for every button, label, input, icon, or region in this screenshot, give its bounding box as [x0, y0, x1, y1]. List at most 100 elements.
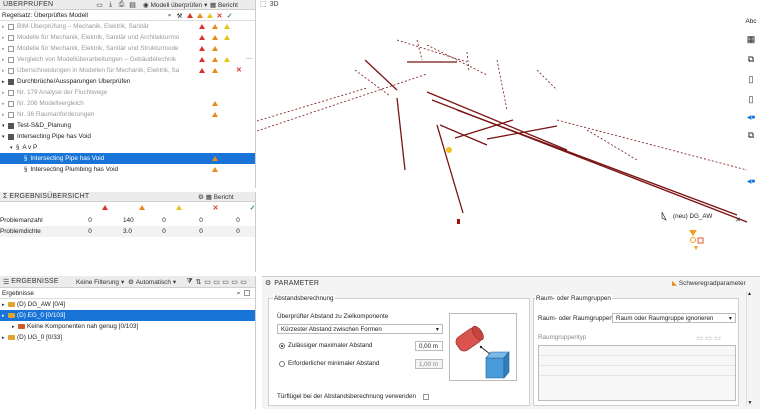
max-distance-input[interactable]: 0,00 m	[415, 341, 443, 351]
row-checkbox[interactable]	[8, 100, 14, 107]
result-row[interactable]: ▸ (D) DG_AW [0/4]	[0, 299, 255, 310]
door-row[interactable]: Türflügel bei der Abstandsberechnung ver…	[277, 393, 432, 400]
radio-max[interactable]	[279, 342, 285, 349]
row-checkbox[interactable]	[8, 133, 14, 140]
ruleset-row[interactable]: ▸ Durchbrüche/Aussparungen Überprüfen	[0, 76, 255, 87]
row-checkbox[interactable]	[8, 34, 14, 41]
auto-dropdown[interactable]: ⚙ Automatisch ▾	[128, 278, 176, 287]
model-3d-scene[interactable]: ✕	[257, 0, 760, 272]
row-checkbox[interactable]	[8, 56, 14, 63]
result-row-label: (D) DG_AW [0/4]	[17, 301, 66, 308]
ruleset-row[interactable]: ▾ § A v P	[0, 142, 255, 153]
room-select[interactable]: Raum oder Raumgruppe ignorieren ▾	[612, 313, 736, 323]
folder-add-icon[interactable]: ▭	[222, 278, 229, 286]
document-icon[interactable]: ▯	[749, 94, 754, 105]
folder-remove-icon[interactable]: ▭	[231, 278, 238, 286]
params-scrollbar[interactable]: ▲ ▼	[746, 291, 752, 406]
ruleset-row[interactable]: ▾ Test-S&D_Planung	[0, 120, 255, 131]
folder-list-icon[interactable]: ▭	[240, 278, 247, 286]
result-row[interactable]: ▸ Keine Komponenten nah genug [0/103]	[0, 321, 255, 332]
row-checkbox[interactable]	[8, 45, 14, 52]
ruleset-row[interactable]: ▸ Nr. 206 Modellvergleich	[0, 98, 255, 109]
params-panel-title: PARAMETER	[274, 279, 320, 287]
tag-icon-2[interactable]: ◀■	[747, 178, 755, 185]
room-type-label: Raumgruppentyp	[538, 334, 587, 341]
rejected-icon: ✕	[216, 12, 223, 20]
ruleset-row-label: Überschneidungen in Modellen für Mechani…	[17, 67, 179, 74]
grid-icon[interactable]: ▦	[747, 34, 756, 45]
filter-dropdown[interactable]: Keine Filterung ▾	[76, 278, 124, 287]
ruleset-row-label: Vergleich von Modellüberarbeitungen – Ge…	[17, 56, 177, 63]
room-edit-icon[interactable]: ▭	[705, 334, 712, 342]
folder-icon[interactable]: ▭	[204, 278, 211, 286]
result-row[interactable]: ▸ (D) EG_0 [0/103]	[0, 310, 255, 321]
copy-icon[interactable]: ⧉	[748, 130, 754, 141]
ruleset-row[interactable]: ▸ Vergleich von Modellüberarbeitungen – G…	[0, 54, 255, 65]
summary-report-button[interactable]: ⚙ ▦ Bericht	[198, 193, 234, 202]
pipe-segment	[456, 109, 738, 216]
ruleset-row-label: A v P	[22, 144, 38, 151]
summary-cell: 0	[236, 228, 240, 235]
download-icon[interactable]: ⤓	[107, 1, 114, 9]
row-checkbox[interactable]	[8, 23, 14, 30]
check-model-button[interactable]: ◉ Modell überprüfen ▾	[143, 1, 207, 10]
collapse-dash-icon[interactable]: —	[246, 55, 252, 62]
view-3d[interactable]: ⬚ 3D ✕ (neu) DG_AW Abc ▦ ⧉ ▯ ▯ ◀■ ⧉ ◀■	[257, 0, 760, 272]
summary-header-row: ✕ ✓	[0, 202, 255, 215]
row-checkbox[interactable]: §	[24, 156, 27, 162]
folder-icon[interactable]: ▭	[96, 1, 103, 9]
ruleset-row[interactable]: ▸ Modelle für Mechanik, Elektrik, Sanitär…	[0, 32, 255, 43]
radio-min-row[interactable]: Erforderlicher minimaler Abstand	[279, 360, 379, 367]
report-label: Bericht	[218, 1, 238, 9]
row-checkbox[interactable]	[8, 111, 14, 118]
summary-panel-header: Σ ERGEBNISÜBERSICHT ⚙ ▦ Bericht	[0, 192, 255, 202]
scroll-down-icon[interactable]: ▼	[747, 400, 753, 406]
chevron-down-icon[interactable]: ▾	[204, 1, 207, 9]
row-checkbox[interactable]	[8, 78, 14, 85]
result-row[interactable]: ▸ (D) UG_0 [0/33]	[0, 332, 255, 343]
radio-min[interactable]	[279, 360, 285, 367]
ruleset-row[interactable]: ▸ Überschneidungen in Modellen für Mechan…	[0, 65, 255, 76]
row-checkbox[interactable]	[8, 67, 14, 74]
print-icon[interactable]: ⎙	[118, 1, 125, 9]
row-checkbox[interactable]	[8, 122, 14, 129]
ruleset-row[interactable]: § Intersecting Plumbing has Void	[0, 164, 255, 175]
door-checkbox[interactable]	[422, 393, 429, 400]
row-checkbox[interactable]: §	[24, 167, 27, 173]
view-toolbar: Abc ▦ ⧉ ▯ ▯ ◀■ ⧉ ◀■	[744, 18, 758, 185]
export-icon[interactable]: ⧉	[748, 54, 754, 65]
pdf-icon[interactable]: ▯	[749, 74, 754, 85]
auto-label: Automatisch	[135, 278, 171, 286]
severity-critical-icon	[199, 57, 205, 64]
results-panel-title: ERGEBNISSE	[11, 278, 59, 285]
room-add-icon[interactable]: ▭	[696, 334, 703, 342]
severity-minor-icon	[224, 35, 230, 42]
ruleset-row[interactable]: ▸ Modelle für Mechanik, Elektrik, Sanitär…	[0, 43, 255, 54]
folder-open-icon[interactable]: ▭	[213, 278, 220, 286]
filter-icon[interactable]: ⧩	[186, 278, 193, 286]
view-3d-close-x: ✕	[735, 217, 741, 224]
tag-icon[interactable]: ◀■	[747, 114, 755, 121]
distance-group-title: Abstandsberechnung	[273, 295, 335, 302]
section-icon[interactable]: §	[16, 145, 19, 151]
gravity-params-button[interactable]: ◣ Schweregradparameter	[672, 279, 746, 288]
text-annotation-icon[interactable]: Abc	[745, 18, 756, 25]
scroll-up-icon[interactable]: ▲	[747, 291, 752, 297]
settings-icon: ⚙	[198, 194, 204, 201]
ruleset-row-label: BIM-Überprüfung – Mechanik, Elektrik, Sa…	[17, 23, 149, 30]
room-remove-icon[interactable]: ▭	[714, 334, 721, 342]
ruleset-row[interactable]: ▾ Intersecting Pipe has Void	[0, 131, 255, 142]
clipboard-icon[interactable]: ▤	[129, 1, 136, 9]
row-checkbox[interactable]	[8, 89, 14, 96]
min-distance-input[interactable]: 1,00 m	[415, 359, 443, 369]
ruleset-row-label: Nr. 36 Raumanforderungen	[17, 111, 95, 118]
ruleset-row[interactable]: ▸ Nr. 36 Raumanforderungen	[0, 109, 255, 120]
distance-method-select[interactable]: Kürzester Abstand zwischen Formen ▾	[277, 324, 443, 334]
ruleset-row[interactable]: ▸ Nr. 179 Analyse der Fluchtwege	[0, 87, 255, 98]
radio-max-row[interactable]: Zulässiger maximaler Abstand	[279, 342, 372, 349]
sort-icon[interactable]: ⇅	[195, 278, 202, 286]
room-type-list[interactable]	[538, 345, 736, 401]
ruleset-row[interactable]: ▸ BIM-Überprüfung – Mechanik, Elektrik, S…	[0, 21, 255, 32]
ruleset-row[interactable]: § Intersecting Pipe has Void	[0, 153, 255, 164]
report-button[interactable]: ▦ Bericht	[210, 1, 238, 10]
